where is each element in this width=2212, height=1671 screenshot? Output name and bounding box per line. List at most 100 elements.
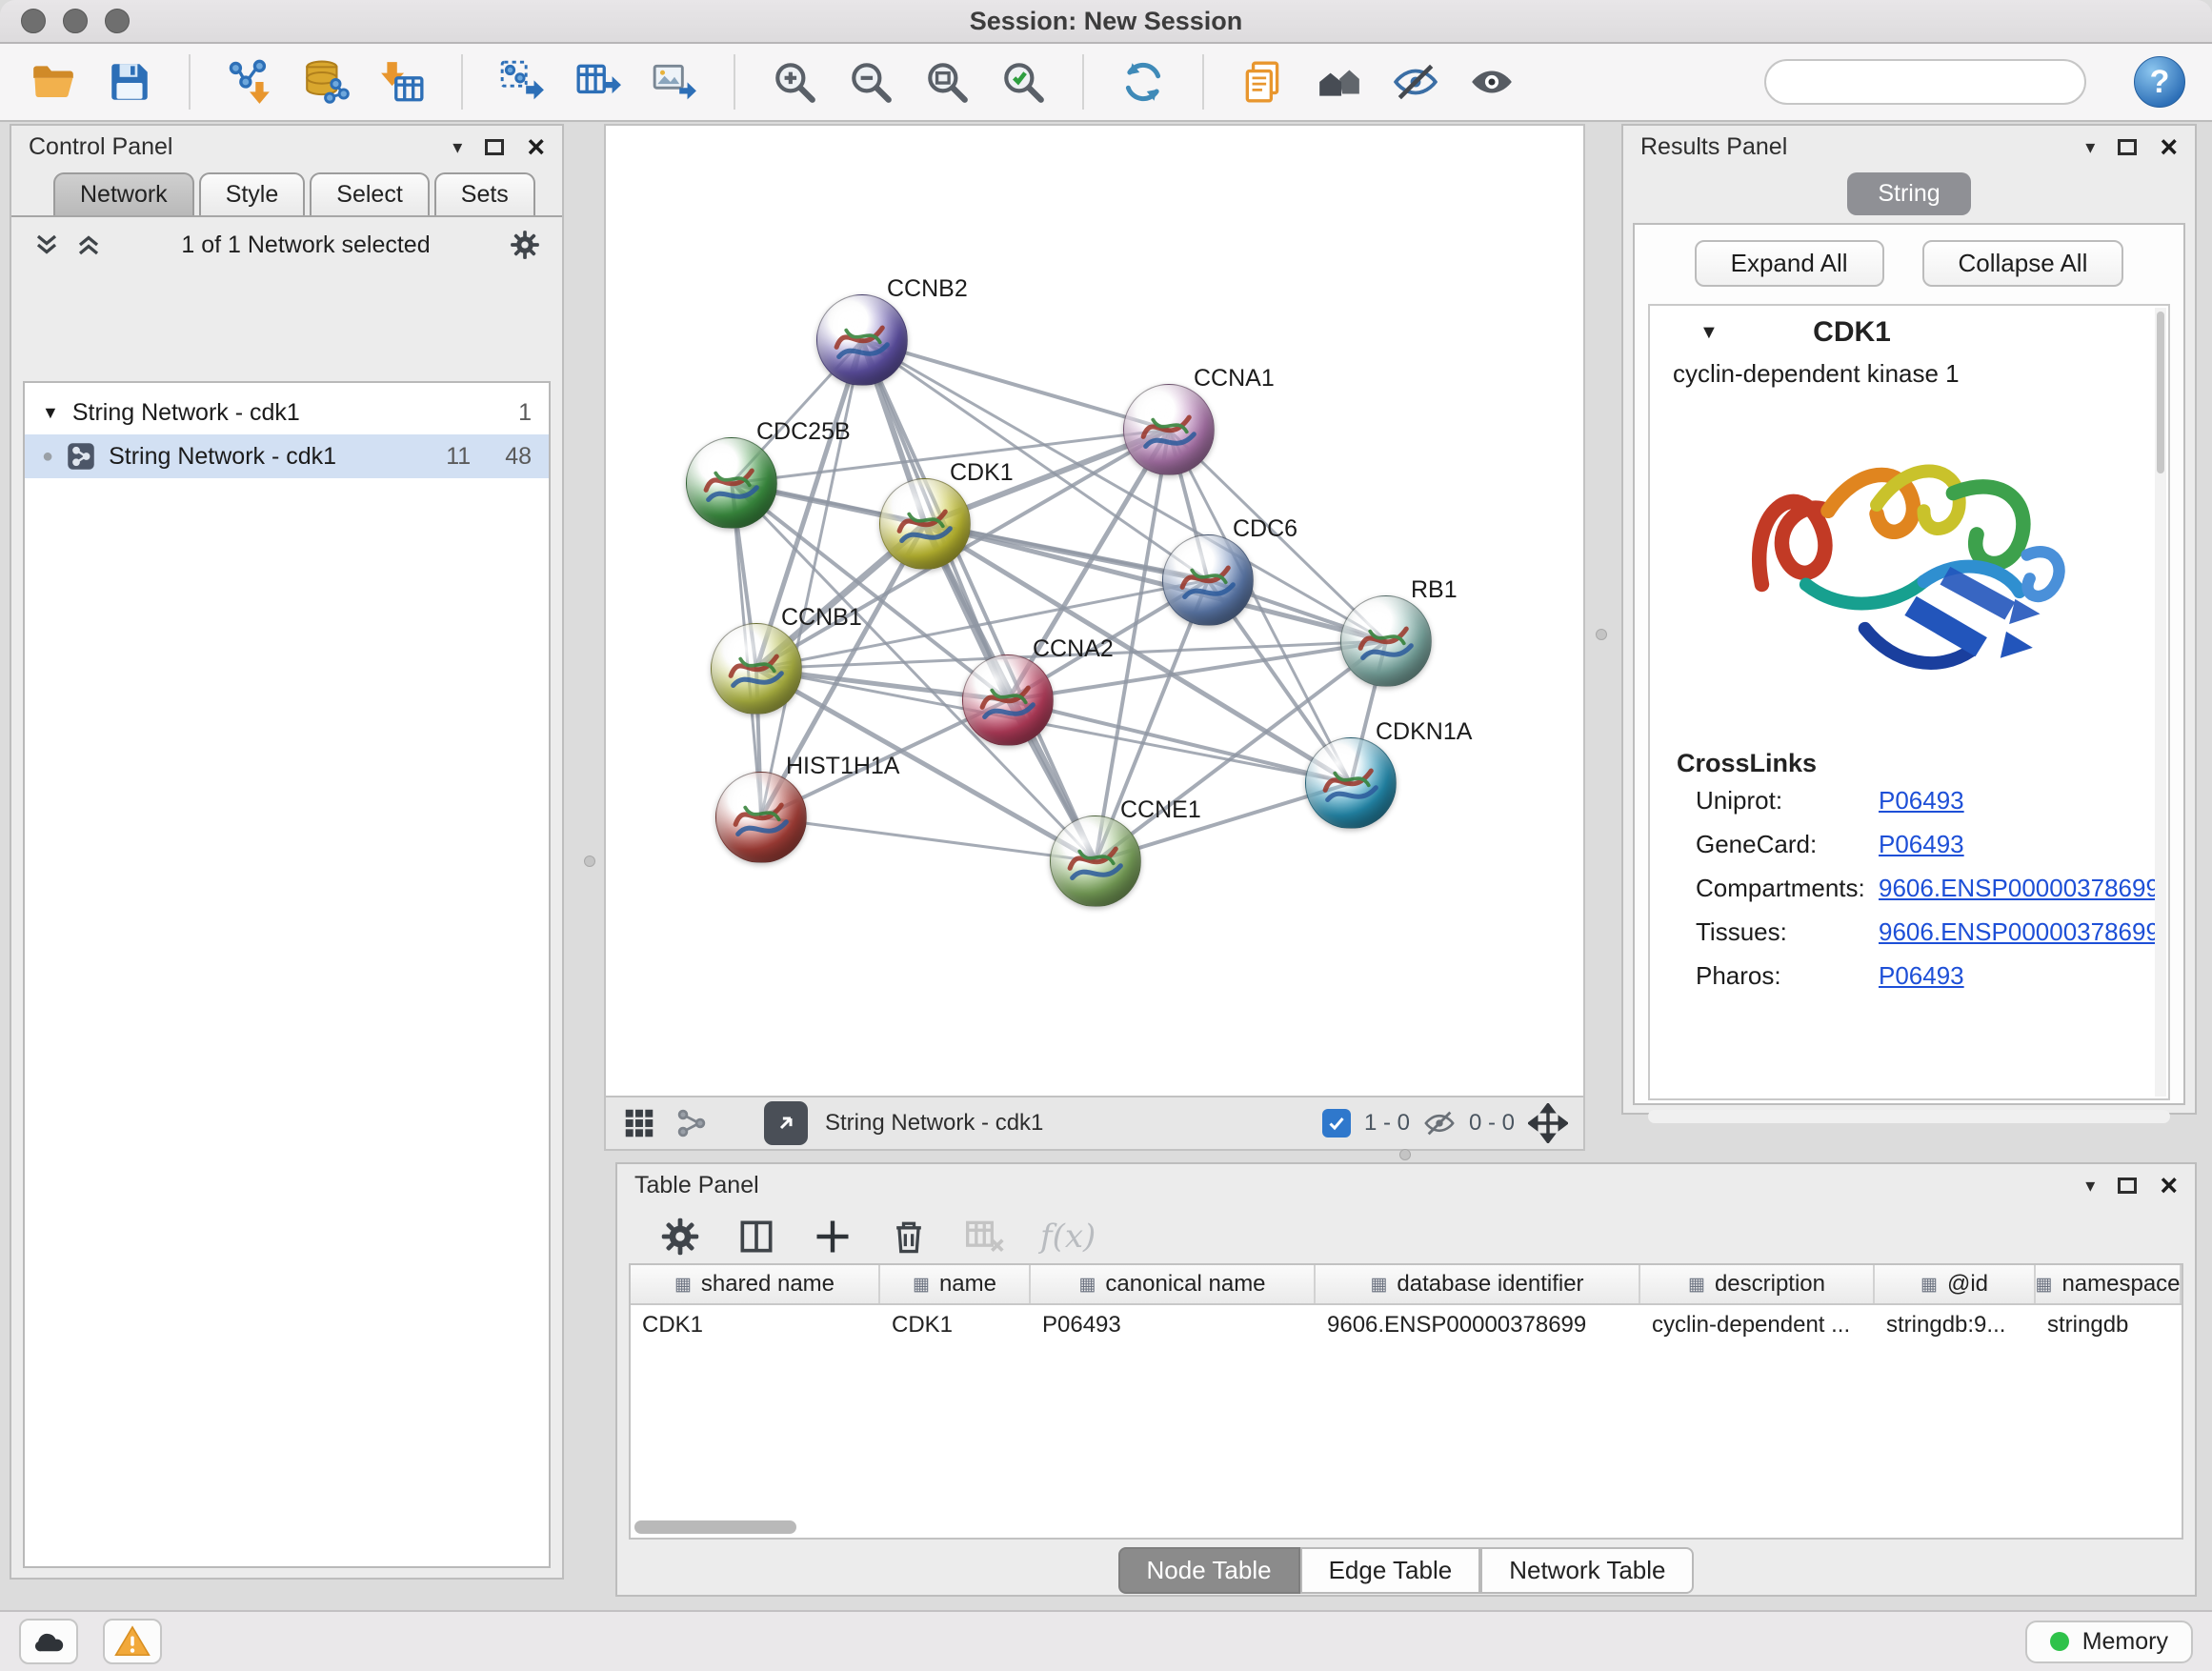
import-network-from-file-icon[interactable] [223, 55, 276, 109]
save-session-icon[interactable] [103, 55, 156, 109]
column-header-id[interactable]: ▦@id [1875, 1265, 2036, 1303]
zoom-in-icon[interactable] [768, 55, 821, 109]
search-box[interactable] [1764, 59, 2086, 105]
panel-float-icon[interactable] [2118, 1178, 2137, 1194]
network-node-rb1[interactable] [1340, 595, 1432, 687]
cell-namespace[interactable]: stringdb [2036, 1305, 2182, 1345]
tab-edge-table[interactable]: Edge Table [1300, 1547, 1481, 1594]
network-node-ccna1[interactable] [1123, 384, 1215, 475]
cloud-button[interactable] [19, 1619, 78, 1664]
collapse-section-icon[interactable]: ▼ [1699, 322, 1719, 344]
open-in-new-window-button[interactable] [764, 1101, 808, 1145]
search-input[interactable] [1791, 69, 2086, 95]
network-node-cdk1[interactable] [879, 478, 971, 570]
network-node-cdc6[interactable] [1162, 534, 1254, 626]
network-node-ccne1[interactable] [1050, 815, 1141, 907]
horizontal-splitter-handle[interactable] [1399, 1149, 1411, 1160]
panel-float-icon[interactable] [2118, 139, 2137, 155]
selected-checkbox-icon[interactable] [1322, 1109, 1351, 1137]
tab-style[interactable]: Style [199, 172, 306, 215]
delete-column-icon[interactable] [888, 1216, 930, 1258]
tab-select[interactable]: Select [310, 172, 429, 215]
table-options-gear-icon[interactable] [659, 1216, 701, 1258]
maximize-window-button[interactable] [105, 9, 130, 33]
eye-slash-icon[interactable] [1389, 55, 1442, 109]
protein-card-header[interactable]: ▼ CDK1 [1650, 306, 2168, 359]
zoom-selected-icon[interactable] [996, 55, 1050, 109]
import-table-from-file-icon[interactable] [375, 55, 429, 109]
column-header-namespace[interactable]: ▦namespace [2036, 1265, 2182, 1303]
crosslink-link[interactable]: 9606.ENSP00000378699 [1879, 917, 2160, 947]
home-icon[interactable] [1313, 55, 1366, 109]
refresh-view-icon[interactable] [1116, 55, 1170, 109]
cell-canonical-name[interactable]: P06493 [1031, 1305, 1316, 1345]
minimize-window-button[interactable] [63, 9, 88, 33]
column-header-canonical-name[interactable]: ▦canonical name [1031, 1265, 1316, 1303]
network-node-cdc25b[interactable] [686, 437, 777, 529]
tab-network[interactable]: Network [53, 172, 194, 215]
crosslink-link[interactable]: P06493 [1879, 786, 1964, 815]
memory-button[interactable]: Memory [2025, 1621, 2193, 1663]
cell-name[interactable]: CDK1 [880, 1305, 1031, 1345]
network-node-cdkn1a[interactable] [1305, 737, 1397, 829]
network-node-hist1h1a[interactable] [715, 772, 807, 863]
panel-close-icon[interactable]: × [2160, 131, 2178, 162]
crosslink-link[interactable]: 9606.ENSP00000378699 [1879, 874, 2160, 903]
network-options-gear-icon[interactable] [509, 229, 541, 261]
export-table-icon[interactable] [572, 55, 625, 109]
tree-expander-icon[interactable]: ▼ [42, 403, 59, 423]
panel-menu-icon[interactable]: ▾ [452, 135, 462, 159]
network-node-ccnb2[interactable] [816, 294, 908, 386]
network-row[interactable]: ● String Network - cdk1 11 48 [25, 434, 549, 478]
export-image-icon[interactable] [648, 55, 701, 109]
panel-menu-icon[interactable]: ▾ [2085, 135, 2095, 159]
collapse-all-icon[interactable] [32, 231, 61, 259]
zoom-out-icon[interactable] [844, 55, 897, 109]
tab-string[interactable]: String [1847, 172, 1970, 215]
warnings-button[interactable] [103, 1619, 162, 1664]
cell-database-identifier[interactable]: 9606.ENSP00000378699 [1316, 1305, 1640, 1345]
column-header-database-identifier[interactable]: ▦database identifier [1316, 1265, 1640, 1303]
help-button[interactable]: ? [2134, 56, 2185, 108]
tab-network-table[interactable]: Network Table [1480, 1547, 1694, 1594]
panel-menu-icon[interactable]: ▾ [2085, 1174, 2095, 1198]
collapse-all-button[interactable]: Collapse All [1922, 240, 2124, 287]
show-columns-icon[interactable] [735, 1216, 777, 1258]
fit-selected-crosshair-icon[interactable] [1528, 1103, 1568, 1143]
cell-description[interactable]: cyclin-dependent ... [1640, 1305, 1875, 1345]
network-canvas[interactable]: CCNB2CCNA1CDC25BCDK1CDC6RB1CCNB1CCNA2CDK… [604, 124, 1585, 1097]
hidden-eye-icon[interactable] [1423, 1107, 1456, 1139]
open-session-icon[interactable] [27, 55, 80, 109]
import-network-from-database-icon[interactable] [299, 55, 352, 109]
column-header-description[interactable]: ▦description [1640, 1265, 1875, 1303]
eye-icon[interactable] [1465, 55, 1518, 109]
expand-all-icon[interactable] [74, 231, 103, 259]
panel-close-icon[interactable]: × [527, 131, 545, 162]
tab-sets[interactable]: Sets [434, 172, 535, 215]
panel-close-icon[interactable]: × [2160, 1170, 2178, 1200]
crosslink-link[interactable]: P06493 [1879, 830, 1964, 859]
tab-node-table[interactable]: Node Table [1118, 1547, 1300, 1594]
copy-document-icon[interactable] [1237, 55, 1290, 109]
zoom-fit-icon[interactable] [920, 55, 974, 109]
crosslink-link[interactable]: P06493 [1879, 961, 1964, 991]
table-row[interactable]: CDK1 CDK1 P06493 9606.ENSP00000378699 cy… [631, 1305, 2182, 1345]
column-header-shared-name[interactable]: ▦shared name [631, 1265, 880, 1303]
expand-all-button[interactable]: Expand All [1695, 240, 1884, 287]
cell-id[interactable]: stringdb:9... [1875, 1305, 2036, 1345]
panel-float-icon[interactable] [485, 139, 504, 155]
vertical-scrollbar[interactable] [2155, 308, 2166, 1097]
vertical-splitter-handle[interactable] [1596, 629, 1607, 640]
vertical-splitter-handle[interactable] [584, 856, 595, 867]
new-network-from-selection-icon[interactable] [495, 55, 549, 109]
column-header-name[interactable]: ▦name [880, 1265, 1031, 1303]
add-column-icon[interactable] [812, 1216, 854, 1258]
close-window-button[interactable] [21, 9, 46, 33]
cell-shared-name[interactable]: CDK1 [631, 1305, 880, 1345]
network-collection-row[interactable]: ▼ String Network - cdk1 1 [25, 391, 549, 434]
network-overview-icon[interactable] [674, 1106, 709, 1140]
table-horizontal-scrollbar[interactable] [634, 1520, 796, 1534]
birds-eye-grid-icon[interactable] [621, 1105, 657, 1141]
network-node-ccna2[interactable] [962, 654, 1054, 746]
network-node-ccnb1[interactable] [711, 623, 802, 715]
